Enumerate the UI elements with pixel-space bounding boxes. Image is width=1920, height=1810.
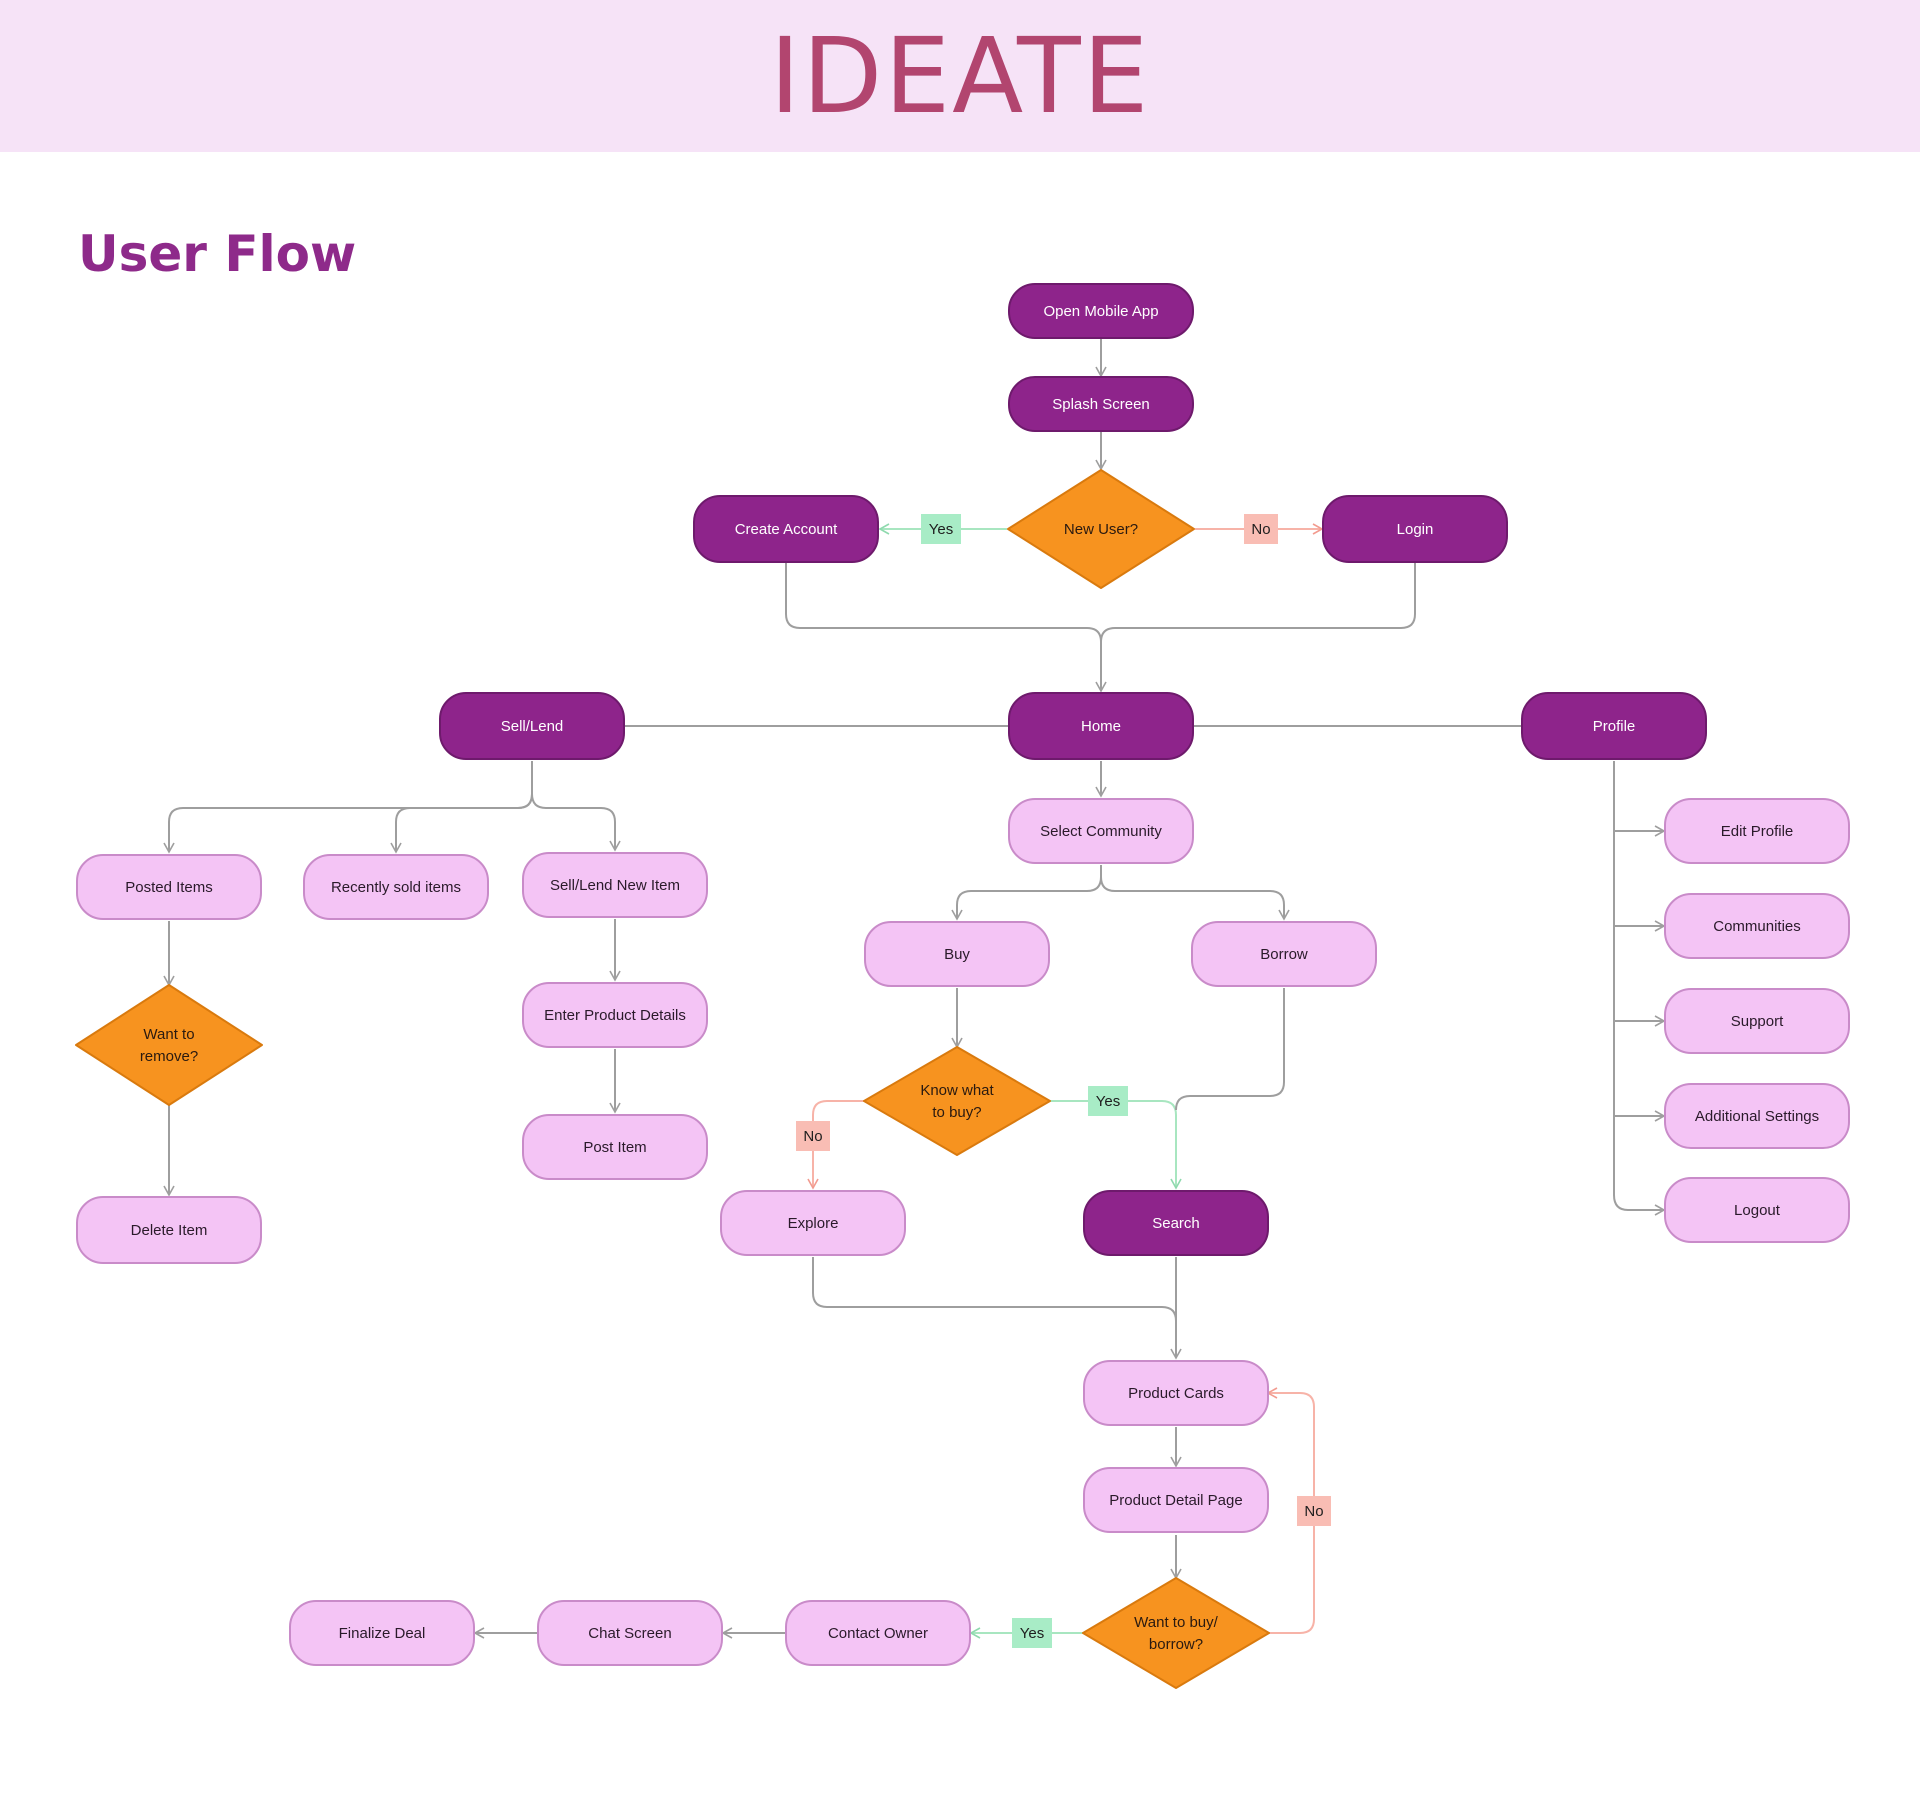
node-create-account-label: Create Account: [735, 521, 838, 538]
node-sell-lend: Sell/Lend: [439, 692, 625, 760]
decision-know-what-to-buy-label-line: to buy?: [932, 1104, 981, 1121]
edge-sell-to-posted: [163, 761, 533, 854]
decision-want-to-remove-label-line: remove?: [140, 1048, 198, 1065]
decision-want-to-remove-label-line: Want to: [143, 1026, 194, 1043]
decision-know-what-to-buy-label-line: Know what: [920, 1082, 994, 1099]
node-additional-settings: Additional Settings: [1664, 1083, 1850, 1149]
tag-no-product-cards: No: [1297, 1496, 1331, 1526]
node-delete-item: Delete Item: [76, 1196, 262, 1264]
node-contact-owner-label: Contact Owner: [828, 1625, 928, 1642]
node-communities: Communities: [1664, 893, 1850, 959]
node-buy: Buy: [864, 921, 1050, 987]
node-finalize-deal: Finalize Deal: [289, 1600, 475, 1666]
node-home: Home: [1008, 692, 1194, 760]
node-splash-screen-label: Splash Screen: [1052, 396, 1150, 413]
edge-explore-down: [812, 1257, 1177, 1322]
decision-want-to-buy-borrow: Want to buy/borrow?: [1082, 1577, 1270, 1689]
decision-want-to-buy-borrow-shape: [1082, 1577, 1270, 1689]
edge-community-to-borrow: [1100, 876, 1290, 921]
node-splash-screen: Splash Screen: [1008, 376, 1194, 432]
edge-login-down: [1100, 563, 1416, 643]
tag-yes-search-label: Yes: [1096, 1093, 1120, 1110]
node-create-account: Create Account: [693, 495, 879, 563]
node-posted-items-label: Posted Items: [125, 879, 213, 896]
node-additional-settings-label: Additional Settings: [1695, 1108, 1819, 1125]
tag-yes-contact-owner: Yes: [1012, 1618, 1052, 1648]
node-post-item: Post Item: [522, 1114, 708, 1180]
decision-want-to-remove-shape: [75, 984, 263, 1106]
node-home-label: Home: [1081, 718, 1121, 735]
node-product-detail-page: Product Detail Page: [1083, 1467, 1269, 1533]
node-delete-item-label: Delete Item: [131, 1222, 208, 1239]
node-login-label: Login: [1397, 521, 1434, 538]
decision-know-what-to-buy-shape: [863, 1046, 1051, 1156]
node-explore-label: Explore: [788, 1215, 839, 1232]
tag-no-login-label: No: [1251, 521, 1270, 538]
edge-sell-to-new: [531, 793, 621, 852]
node-search-label: Search: [1152, 1215, 1200, 1232]
node-edit-profile-label: Edit Profile: [1721, 823, 1794, 840]
node-posted-items: Posted Items: [76, 854, 262, 920]
edge-create-down: [785, 563, 1102, 643]
node-edit-profile: Edit Profile: [1664, 798, 1850, 864]
node-select-community-label: Select Community: [1040, 823, 1162, 840]
node-logout: Logout: [1664, 1177, 1850, 1243]
decision-new-user: New User?: [1007, 469, 1195, 589]
edge-community-to-buy: [951, 865, 1102, 921]
node-recently-sold-items: Recently sold items: [303, 854, 489, 920]
tag-yes-create-account-label: Yes: [929, 521, 953, 538]
node-sell-lend-label: Sell/Lend: [501, 718, 564, 735]
decision-new-user-label-line: New User?: [1064, 521, 1138, 538]
node-explore: Explore: [720, 1190, 906, 1256]
node-sell-lend-new-item: Sell/Lend New Item: [522, 852, 708, 918]
node-profile-label: Profile: [1593, 718, 1636, 735]
tag-no-explore: No: [796, 1121, 830, 1151]
node-support: Support: [1664, 988, 1850, 1054]
node-buy-label: Buy: [944, 946, 970, 963]
node-profile: Profile: [1521, 692, 1707, 760]
node-search: Search: [1083, 1190, 1269, 1256]
node-sell-lend-new-item-label: Sell/Lend New Item: [550, 877, 680, 894]
node-product-detail-page-label: Product Detail Page: [1109, 1492, 1242, 1509]
node-recently-sold-items-label: Recently sold items: [331, 879, 461, 896]
node-post-item-label: Post Item: [583, 1139, 646, 1156]
node-borrow: Borrow: [1191, 921, 1377, 987]
node-chat-screen: Chat Screen: [537, 1600, 723, 1666]
node-enter-product-details: Enter Product Details: [522, 982, 708, 1048]
node-product-cards: Product Cards: [1083, 1360, 1269, 1426]
node-chat-screen-label: Chat Screen: [588, 1625, 671, 1642]
node-open-mobile-app-label: Open Mobile App: [1043, 303, 1158, 320]
tag-yes-contact-owner-label: Yes: [1020, 1625, 1044, 1642]
node-logout-label: Logout: [1734, 1202, 1781, 1219]
edge-borrow-to-search: [1175, 988, 1285, 1111]
tag-yes-search: Yes: [1088, 1086, 1128, 1116]
decision-know-what-to-buy: Know what to buy?: [863, 1046, 1051, 1156]
tag-yes-create-account: Yes: [921, 514, 961, 544]
decision-want-to-buy-borrow-label-line: Want to buy/: [1134, 1614, 1218, 1631]
decision-want-to-buy-borrow-label-line: borrow?: [1149, 1636, 1203, 1653]
tag-no-login: No: [1244, 514, 1278, 544]
node-communities-label: Communities: [1713, 918, 1801, 935]
user-flow-diagram: Open Mobile App Splash Screen Create Accou…: [75, 283, 1850, 1689]
node-support-label: Support: [1731, 1013, 1784, 1030]
node-contact-owner: Contact Owner: [785, 1600, 971, 1666]
node-finalize-deal-label: Finalize Deal: [339, 1625, 426, 1642]
node-enter-product-details-label: Enter Product Details: [544, 1007, 686, 1024]
node-open-mobile-app: Open Mobile App: [1008, 283, 1194, 339]
tag-no-explore-label: No: [803, 1128, 822, 1145]
edge-profile-trunk: [1613, 761, 1666, 1216]
decision-want-to-remove: Want to remove?: [75, 984, 263, 1106]
node-borrow-label: Borrow: [1260, 946, 1308, 963]
node-login: Login: [1322, 495, 1508, 563]
tag-no-product-cards-label: No: [1304, 1503, 1323, 1520]
node-select-community: Select Community: [1008, 798, 1194, 864]
node-product-cards-label: Product Cards: [1128, 1385, 1224, 1402]
edge-sell-to-recent: [390, 793, 533, 854]
